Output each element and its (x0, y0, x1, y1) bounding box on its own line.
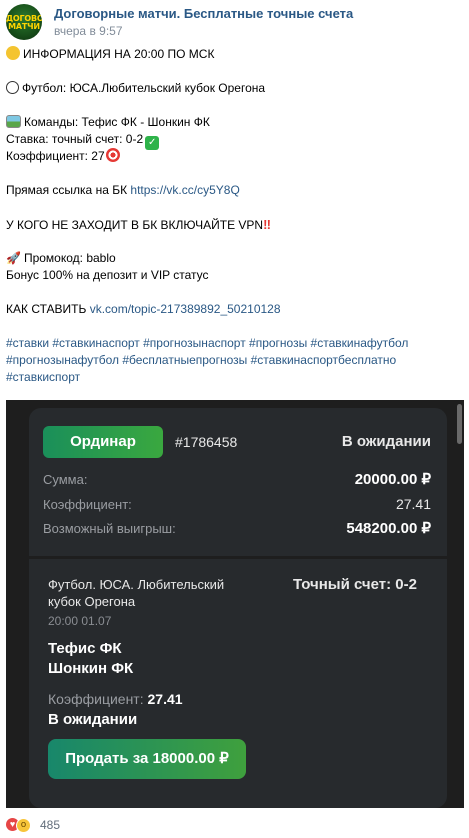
bet-selection: Точный счет: 0-2 (293, 576, 417, 593)
card-divider (29, 556, 447, 559)
scrollbar (457, 404, 462, 444)
teams-line: Команды: Тефис ФК - Шонкин ФК (24, 115, 210, 129)
event-status: В ожидании (48, 711, 138, 728)
target-icon (105, 148, 120, 162)
team-away: Шонкин ФК (48, 660, 134, 677)
coef-value: 27.41 (395, 496, 431, 512)
check-mark-icon: ✓ (145, 136, 160, 150)
bookmaker-link[interactable]: https://vk.cc/cy5Y8Q (130, 183, 239, 197)
channel-name-link[interactable]: Договорные матчи. Бесплатные точные счет… (54, 6, 353, 21)
team-home: Тефис ФК (48, 640, 122, 657)
event-coef-value: 27.41 (147, 691, 183, 707)
post-time[interactable]: вчера в 9:57 (54, 24, 123, 38)
soccer-ball-icon (6, 81, 19, 94)
reactions-count[interactable]: 485 (40, 818, 60, 832)
bet-id: #1786458 (175, 434, 238, 450)
bet-screenshot-image[interactable]: Ординар #1786458 В ожидании Сумма: 20000… (6, 400, 464, 808)
info-line: ИНФОРМАЦИЯ НА 20:00 ПО МСК (23, 47, 215, 61)
event-coef: Коэффициент: 27.41 (48, 691, 183, 707)
possible-win-label: Возможный выигрыш: (43, 521, 176, 536)
hashtags-line-1[interactable]: #ставки #ставкинаспорт #прогнозынаспорт … (6, 335, 461, 352)
channel-avatar[interactable]: ДОГОВОРНЫЕ МАТЧИ (6, 4, 42, 40)
how-to-link[interactable]: vk.com/topic-217389892_50210128 (90, 302, 281, 316)
rocket-icon: 🚀 (6, 251, 21, 265)
stake-line: Ставка: точный счет: 0-2 (6, 132, 144, 146)
bet-card: Ординар #1786458 В ожидании Сумма: 20000… (29, 408, 447, 808)
single-bet-button: Ординар (43, 426, 163, 458)
how-to-label: КАК СТАВИТЬ (6, 302, 90, 316)
hashtags-line-2[interactable]: #прогнозынафутбол #бесплатныепрогнозы #с… (6, 352, 461, 369)
possible-win-value: 548200.00 ₽ (346, 520, 431, 537)
avatar-logo-text: ДОГОВОРНЫЕ МАТЧИ (6, 14, 42, 31)
sum-value: 20000.00 ₽ (354, 471, 431, 488)
post-text: ИНФОРМАЦИЯ НА 20:00 ПО МСК Футбол: ЮСА.Л… (6, 46, 461, 386)
wow-reaction-icon: o (16, 818, 31, 833)
stadium-icon (6, 115, 21, 128)
event-coef-label: Коэффициент: (48, 691, 148, 707)
promo-line: Промокод: bablo (23, 251, 116, 265)
bet-status: В ожидании (341, 433, 431, 450)
direct-link-label: Прямая ссылка на БК (6, 183, 131, 197)
football-line: Футбол: ЮСА.Любительский кубок Орегона (22, 81, 266, 95)
sum-label: Сумма: (43, 472, 88, 487)
hashtags-line-3[interactable]: #ставкиспорт (6, 369, 461, 386)
money-face-icon (6, 46, 20, 60)
post-header: ДОГОВОРНЫЕ МАТЧИ Договорные матчи. Беспл… (0, 0, 469, 44)
coef-label: Коэффициент: (43, 497, 132, 512)
event-time: 20:00 01.07 (48, 614, 112, 628)
sell-bet-button: Продать за 18000.00 ₽ (48, 739, 246, 779)
event-name: Футбол. ЮСА. Любительский кубок Орегона (48, 577, 225, 609)
double-exclamation-icon: ‼ (263, 217, 271, 232)
vpn-line: У КОГО НЕ ЗАХОДИТ В БК ВКЛЮЧАЙТЕ VPN (6, 218, 264, 232)
coef-line: Коэффициент: 27 (6, 149, 105, 163)
bonus-line: Бонус 100% на депозит и VIP статус (6, 268, 209, 282)
